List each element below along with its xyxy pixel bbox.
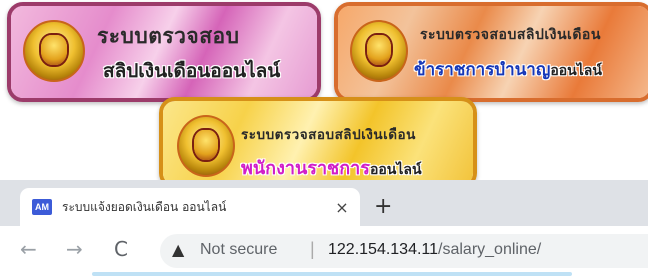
banner-subtitle: สลิปเงินเดือนออนไลน์ <box>103 56 280 86</box>
ministry-seal-icon <box>23 20 85 82</box>
warning-icon[interactable]: ▲ <box>172 240 184 259</box>
url-path: /salary_online/ <box>438 241 541 258</box>
pension-slip-banner[interactable]: ระบบตรวจสอบสลิปเงินเดือน ข้าราชการบำนาญอ… <box>334 2 648 102</box>
close-tab-icon[interactable]: × <box>330 198 354 217</box>
tab-title: ระบบแจ้งยอดเงินเดือน ออนไลน์ <box>62 198 330 217</box>
browser-tab[interactable]: AM ระบบแจ้งยอดเงินเดือน ออนไลน์ × <box>20 188 360 226</box>
banner-subtitle-rest: ออนไลน์ <box>550 63 602 79</box>
address-bar[interactable]: ▲ Not secure | 122.154.134.11/salary_onl… <box>160 234 648 268</box>
banner-subtitle: พนักงานราชการออนไลน์ <box>241 153 422 182</box>
security-status[interactable]: Not secure <box>200 241 277 259</box>
reload-icon[interactable]: C <box>114 237 128 261</box>
browser-toolbar: ← → C ▲ Not secure | 122.154.134.11/sala… <box>0 226 648 276</box>
back-arrow-icon[interactable]: ← <box>20 237 37 261</box>
banner-title: ระบบตรวจสอบสลิปเงินเดือน <box>241 123 416 145</box>
url-separator: | <box>310 239 315 260</box>
banner-subtitle-highlight: พนักงานราชการ <box>241 158 370 179</box>
banner-subtitle-highlight: ข้าราชการบำนาญ <box>414 60 550 80</box>
favicon-icon: AM <box>32 199 52 215</box>
page-content-strip <box>92 272 572 276</box>
url-host: 122.154.134.11 <box>328 241 438 258</box>
url-text[interactable]: 122.154.134.11/salary_online/ <box>328 241 541 259</box>
new-tab-icon[interactable]: + <box>374 196 392 218</box>
banner-subtitle: ข้าราชการบำนาญออนไลน์ <box>414 56 602 83</box>
ministry-seal-icon <box>350 20 408 82</box>
government-staff-slip-banner[interactable]: ระบบตรวจสอบสลิปเงินเดือน พนักงานราชการออ… <box>159 97 477 189</box>
banner-subtitle-rest: ออนไลน์ <box>370 162 422 178</box>
banner-title: ระบบตรวจสอบสลิปเงินเดือน <box>420 24 601 46</box>
ministry-seal-icon <box>177 115 235 177</box>
banner-title: ระบบตรวจสอบ <box>97 20 240 53</box>
salary-slip-banner[interactable]: ระบบตรวจสอบ สลิปเงินเดือนออนไลน์ <box>7 2 321 102</box>
browser-window: AM ระบบแจ้งยอดเงินเดือน ออนไลน์ × + ← → … <box>0 180 648 276</box>
forward-arrow-icon[interactable]: → <box>66 237 83 261</box>
